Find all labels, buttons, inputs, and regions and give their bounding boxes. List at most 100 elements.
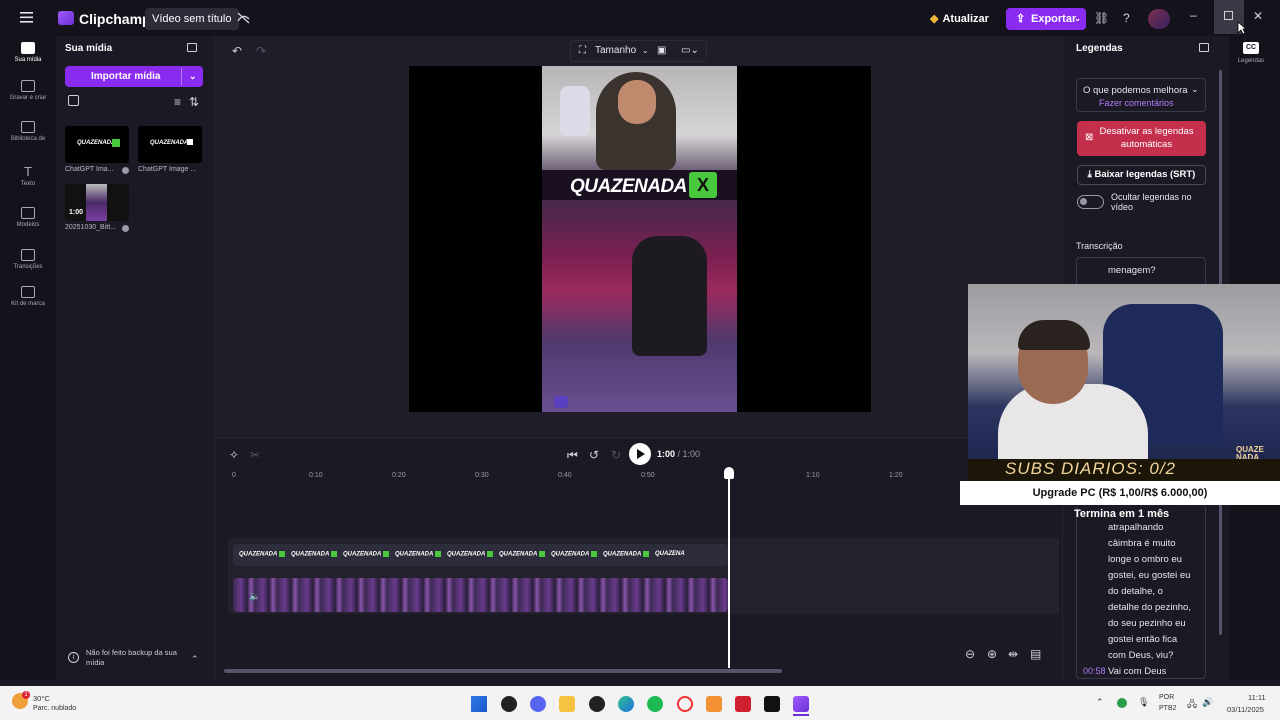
captions-toggle-icon[interactable]: ▤: [1030, 647, 1041, 661]
ruler-tick: 0:40: [558, 472, 572, 479]
opera-icon[interactable]: [677, 696, 693, 712]
clock-time[interactable]: 11:11: [1248, 693, 1266, 702]
play-button[interactable]: [629, 443, 651, 465]
ruler-tick: 0:20: [392, 472, 406, 479]
pdf-icon[interactable]: [735, 696, 751, 712]
clip-label: QUAZENA: [655, 551, 685, 557]
spotify-icon[interactable]: [647, 696, 663, 712]
windows-start-icon[interactable]: [471, 696, 487, 712]
clip-label-text: QUAZENADA: [343, 551, 382, 558]
weather-desc: Parc. nublado: [33, 705, 77, 712]
minimize-icon[interactable]: –: [1190, 8, 1197, 22]
language-indicator[interactable]: POR: [1159, 694, 1174, 701]
clipchamp-taskbar-icon[interactable]: [793, 696, 809, 712]
templates-icon: [21, 207, 35, 219]
export-button[interactable]: ⇪ Exportar ⌄: [1006, 8, 1086, 30]
app-icon[interactable]: [706, 696, 722, 712]
no-sync-icon[interactable]: [236, 11, 251, 30]
zoom-in-icon[interactable]: ⊕: [987, 647, 997, 661]
chevron-up-icon[interactable]: ⌃: [1096, 697, 1104, 708]
update-button[interactable]: ◆ Atualizar: [930, 9, 989, 29]
chevron-down-icon: ⌄: [1074, 14, 1081, 23]
edge-icon[interactable]: [618, 696, 634, 712]
info-icon: i: [68, 652, 79, 663]
discord-icon[interactable]: [530, 696, 546, 712]
audio-icon[interactable]: 🔈: [249, 589, 260, 603]
size-button[interactable]: ⛶ Tamanho ⌄ ▣ ▭⌄: [570, 40, 707, 62]
rail-item-your-media[interactable]: Sua mídia: [0, 42, 56, 64]
collapse-panel-icon[interactable]: [1199, 43, 1209, 52]
playhead-handle[interactable]: [724, 467, 734, 479]
obs-icon[interactable]: [501, 696, 517, 712]
hide-captions-toggle[interactable]: [1077, 195, 1104, 209]
hide-captions-label: Ocultar legendas no vídeo: [1111, 192, 1192, 212]
goal-deadline: Termina em 1 mês: [1074, 508, 1170, 520]
feedback-box[interactable]: O que podemos melhora ⌄ Fazer comentário…: [1076, 78, 1206, 112]
chevron-down-icon: ⌄: [1191, 84, 1199, 94]
rail-item-text[interactable]: T Texto: [0, 165, 56, 188]
disable-auto-captions-button[interactable]: ⊠ Desativar as legendas automáticas: [1077, 121, 1206, 156]
select-all-checkbox[interactable]: [68, 95, 79, 106]
right-rail-label: Legendas: [1237, 58, 1265, 64]
close-icon[interactable]: ✕: [1253, 9, 1263, 23]
capcut-icon[interactable]: [589, 696, 605, 712]
media-item[interactable]: 1:00: [65, 184, 129, 221]
rail-item-transitions[interactable]: Transições: [0, 249, 56, 271]
rewind-icon[interactable]: ↺: [589, 448, 599, 462]
media-caption: 20251030_Bitt...: [65, 224, 116, 231]
rail-item-brand-kit[interactable]: Kit de marca: [0, 286, 56, 308]
ruler-tick: 0:30: [475, 472, 489, 479]
streamlabs-icon[interactable]: [764, 696, 780, 712]
rail-label: Transições: [13, 264, 43, 270]
file-explorer-icon[interactable]: [559, 696, 575, 712]
filter-icon[interactable]: ≡: [174, 95, 181, 109]
share-icon[interactable]: ⛓: [1094, 11, 1109, 25]
transcript-line: gostei então fica: [1108, 634, 1178, 645]
rail-item-record[interactable]: Gravar e criar: [0, 80, 56, 102]
video-thumbnail: [86, 184, 107, 221]
image-icon: ▣: [657, 45, 667, 56]
microphone-icon[interactable]: 🎙: [1138, 697, 1149, 708]
closed-captions-icon[interactable]: CC: [1243, 42, 1259, 54]
scissors-icon[interactable]: ✂: [250, 448, 260, 462]
video-clip[interactable]: [233, 578, 728, 612]
volume-icon[interactable]: 🔊: [1202, 697, 1213, 708]
chevron-down-icon[interactable]: ⌄: [189, 66, 197, 87]
time-readout: 1:00 / 1:00: [657, 449, 700, 459]
magic-icon[interactable]: ✧: [229, 448, 239, 462]
sort-icon[interactable]: ⇅: [189, 95, 199, 109]
feedback-link[interactable]: Fazer comentários: [1099, 98, 1174, 108]
rail-item-templates[interactable]: Modelos: [0, 207, 56, 229]
chevron-up-icon[interactable]: ⌃: [191, 652, 199, 666]
clock-date[interactable]: 03/11/2025: [1227, 705, 1264, 714]
rail-item-library[interactable]: Biblioteca de: [0, 121, 56, 143]
transcript-line: detalhe do pezinho,: [1108, 602, 1191, 613]
help-icon[interactable]: ?: [1123, 11, 1130, 25]
transcript-line: longe o ombro eu: [1108, 554, 1182, 565]
tray-icon[interactable]: [1117, 698, 1127, 708]
network-icon[interactable]: 🖧: [1187, 697, 1197, 713]
media-item[interactable]: QUAZENADA: [65, 126, 129, 163]
collapse-panel-icon[interactable]: [187, 43, 197, 52]
keyboard-layout[interactable]: PTB2: [1159, 705, 1177, 712]
upload-icon: ⇪: [1016, 13, 1026, 25]
project-title[interactable]: Vídeo sem título: [145, 8, 239, 30]
media-item[interactable]: QUAZENADA: [138, 126, 202, 163]
fit-icon[interactable]: ⇹: [1008, 647, 1018, 661]
clip-label-text: QUAZENADA: [551, 551, 590, 558]
playhead[interactable]: [728, 468, 730, 668]
redo-icon[interactable]: ↷: [256, 44, 266, 58]
transcript-line: Vai com Deus: [1108, 666, 1167, 677]
hamburger-menu-icon[interactable]: [20, 12, 34, 26]
download-srt-button[interactable]: ⤓ Baixar legendas (SRT): [1077, 165, 1206, 185]
forward-icon[interactable]: ↻: [611, 448, 621, 462]
timeline-scrollbar[interactable]: [224, 669, 782, 673]
avatar[interactable]: [1148, 9, 1170, 29]
zoom-out-icon[interactable]: ⊖: [965, 647, 975, 661]
import-media-button[interactable]: Importar mídia ⌄: [65, 66, 203, 87]
clip-label-text: QUAZENADA: [239, 551, 278, 558]
transcript-timestamp[interactable]: 00:58: [1083, 666, 1106, 676]
feedback-question: O que podemos melhora: [1083, 85, 1188, 96]
skip-back-icon[interactable]: ⏮: [567, 448, 578, 462]
undo-icon[interactable]: ↶: [232, 44, 242, 58]
